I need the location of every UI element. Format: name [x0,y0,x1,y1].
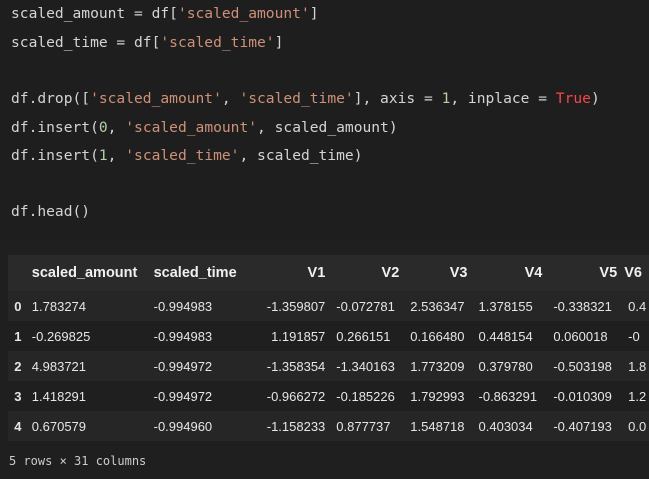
table-cell: 1.2 [628,388,647,404]
table-cell: -0.072781 [336,298,395,314]
table-cell: 4.983721 [31,358,87,374]
table-cell: -1.359807 [266,298,326,314]
table-cell: -1.340163 [336,358,395,374]
code-line-1: scaled_amount = df['scaled_amount'] [11,5,319,23]
code-token: ] [309,5,319,22]
code-token: df.drop([ [11,90,91,107]
table-cell: -1.358354 [266,358,326,374]
table-cell: 1.191857 [271,328,326,344]
table-cell: -0.994983 [153,328,213,344]
table-cell: 0.266151 [336,328,391,344]
dataframe-scroll[interactable]: scaled_amount scaled_time V1 V2 V3 V4 V5… [8,255,649,445]
row-index: 2 [14,358,22,374]
table-cell: -0.994972 [153,358,213,374]
table-cell: -1.158233 [266,418,326,434]
table-cell: -0.269825 [31,328,91,344]
table-cell: 1.548718 [410,418,465,434]
code-string: 'scaled_amount' [90,90,222,107]
table-cell: -0.407193 [553,418,612,434]
table-cell: 0.403034 [478,418,533,434]
code-line-5: df.insert(1, 'scaled_time', scaled_time) [11,147,363,165]
table-cell: 0.670579 [31,418,87,434]
table-cell: 1.378155 [478,298,533,314]
code-string: 'scaled_time' [125,147,240,164]
code-line-4: df.insert(0, 'scaled_amount', scaled_amo… [11,119,398,137]
column-header: V2 [381,265,400,281]
table-cell: -0.010309 [553,388,612,404]
table-row: 3 1.418291 -0.994972 -0.966272 -0.185226… [8,381,649,411]
code-token: , [107,147,126,164]
code-line-3: df.drop(['scaled_amount', 'scaled_time']… [11,90,600,108]
code-token: , [107,119,126,136]
column-header: scaled_time [153,265,237,281]
table-cell: -0.994960 [153,418,213,434]
code-token: df.insert( [11,147,99,164]
table-cell: 1.8 [628,358,647,374]
dataframe-shape-info: 5 rows × 31 columns [9,454,147,468]
dataframe-table: scaled_amount scaled_time V1 V2 V3 V4 V5… [8,255,649,441]
cell-output: scaled_amount scaled_time V1 V2 V3 V4 V5… [0,240,649,479]
code-cell[interactable]: scaled_amount = df['scaled_amount'] scal… [0,0,649,240]
table-cell: 0.060018 [553,328,608,344]
table-cell: 2.536347 [410,298,465,314]
code-number: 0 [98,119,108,136]
column-header: V3 [449,265,468,281]
row-index: 1 [14,328,22,344]
table-cell: -0.863291 [478,388,538,404]
table-cell: -0.994983 [153,298,213,314]
table-header-row: scaled_amount scaled_time V1 V2 V3 V4 V5… [8,255,649,291]
code-string: 'scaled_amount' [125,119,258,136]
code-string: 'scaled_time' [160,34,275,51]
code-token: df.insert( [11,119,99,136]
table-cell: 0.379780 [478,358,533,374]
table-cell: -0.185226 [336,388,395,404]
code-line-2: scaled_time = df['scaled_time'] [11,34,283,52]
table-cell: 0.4 [628,298,647,314]
table-cell: 0.0 [628,418,647,434]
code-token: scaled_amount = df[ [11,5,178,22]
row-index: 0 [14,298,22,314]
column-header: scaled_amount [31,265,138,281]
column-header: V6 [624,265,642,281]
row-index: 4 [14,418,22,434]
code-number: 1 [98,147,108,164]
code-string: 'scaled_time' [239,90,354,107]
table-cell: 1.418291 [31,388,87,404]
table-cell: -0.994972 [153,388,213,404]
table-cell: 0.448154 [478,328,533,344]
code-token: df.head() [11,203,91,220]
code-token: , inplace = [450,90,556,107]
table-cell: 0.877737 [336,418,391,434]
code-token: scaled_time = df[ [11,34,161,51]
table-row: 2 4.983721 -0.994972 -1.358354 -1.340163… [8,351,649,381]
code-token: ] [274,34,284,51]
code-token: , [221,90,240,107]
table-row: 0 1.783274 -0.994983 -1.359807 -0.072781… [8,291,649,321]
table-cell: 1.773209 [410,358,465,374]
column-header [8,255,28,291]
code-token: ) [590,90,600,107]
table-cell: 0.166480 [410,328,465,344]
code-string: 'scaled_amount' [177,5,310,22]
code-token: , scaled_time) [239,147,363,164]
table-row: 4 0.670579 -0.994960 -1.158233 0.877737 … [8,411,649,441]
column-header: V4 [524,265,543,281]
table-cell: -0 [628,328,640,344]
column-header: V1 [307,265,326,281]
row-index: 3 [14,388,22,404]
code-token: , scaled_amount) [257,119,398,136]
code-keyword: True [555,90,591,107]
table-cell: -0.966272 [266,388,326,404]
table-cell: 1.792993 [410,388,465,404]
code-token: ], axis = [353,90,442,107]
table-cell: -0.338321 [553,298,612,314]
table-cell: 1.783274 [31,298,87,314]
column-header: V5 [599,265,618,281]
table-cell: -0.503198 [553,358,612,374]
table-row: 1 -0.269825 -0.994983 1.191857 0.266151 … [8,321,649,351]
code-line-6: df.head() [11,203,90,221]
